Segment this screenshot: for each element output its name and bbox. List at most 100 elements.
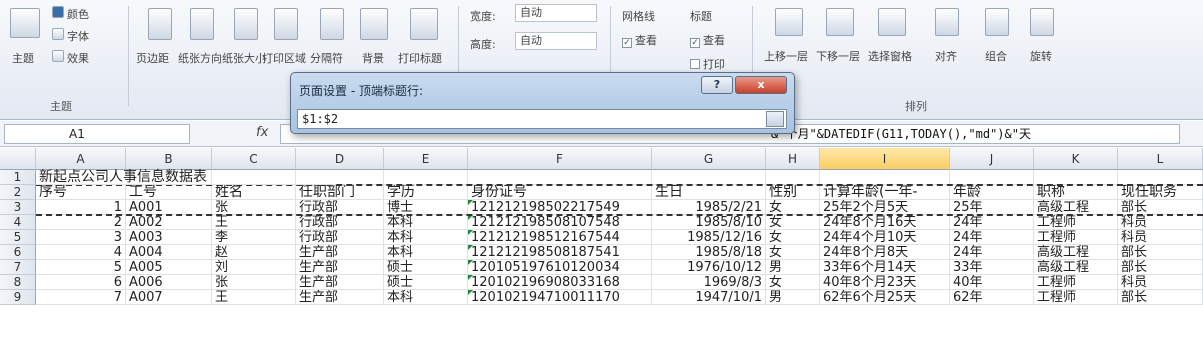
table-cell[interactable]: 行政部 <box>296 200 384 215</box>
table-cell[interactable]: 张 <box>212 275 296 290</box>
table-cell[interactable]: 25年 <box>950 200 1034 215</box>
table-cell[interactable]: 40年 <box>950 275 1034 290</box>
table-cell[interactable]: 33年 <box>950 260 1034 275</box>
print-titles-icon[interactable] <box>410 8 438 40</box>
theme-button-label[interactable]: 主题 <box>12 50 34 66</box>
grid-cell[interactable] <box>384 170 468 185</box>
column-header-a[interactable]: A <box>36 148 126 170</box>
table-cell[interactable]: 1 <box>36 200 126 215</box>
rotate-button[interactable]: 旋转 <box>1030 48 1052 64</box>
column-header-g[interactable]: G <box>652 148 766 170</box>
table-cell[interactable]: 62年6个月25天 <box>820 290 950 305</box>
selection-pane-icon[interactable] <box>878 8 906 36</box>
table-cell[interactable]: 部长 <box>1118 260 1203 275</box>
select-all-corner[interactable] <box>0 148 36 170</box>
name-box[interactable]: A1 <box>4 124 190 144</box>
help-button[interactable]: ? <box>701 76 733 94</box>
colors-icon[interactable] <box>52 6 64 18</box>
table-cell[interactable]: 24年 <box>950 215 1034 230</box>
align-icon[interactable] <box>935 8 959 36</box>
row-header-6[interactable]: 6 <box>0 245 36 260</box>
header-cell[interactable]: 性别 <box>766 185 820 200</box>
header-cell[interactable]: 姓名 <box>212 185 296 200</box>
close-button[interactable]: x <box>735 76 787 94</box>
header-cell[interactable]: 任职部门 <box>296 185 384 200</box>
table-cell[interactable]: 2 <box>36 215 126 230</box>
table-cell[interactable]: 部长 <box>1118 200 1203 215</box>
table-cell[interactable]: A006 <box>126 275 212 290</box>
table-cell[interactable]: 121212198502217549 <box>468 200 652 215</box>
table-cell[interactable]: 生产部 <box>296 290 384 305</box>
gridlines-view-checkbox[interactable]: ✓ 查看 <box>622 32 657 48</box>
headings-view-checkbox[interactable]: ✓ 查看 <box>690 32 725 48</box>
header-cell[interactable]: 生日 <box>652 185 766 200</box>
table-cell[interactable]: A001 <box>126 200 212 215</box>
table-cell[interactable]: 1985/8/18 <box>652 245 766 260</box>
background-button[interactable]: 背景 <box>362 50 384 66</box>
selection-pane-button[interactable]: 选择窗格 <box>868 48 912 64</box>
row-header-8[interactable]: 8 <box>0 275 36 290</box>
height-dropdown[interactable]: 自动 <box>515 32 597 50</box>
table-cell[interactable]: 工程师 <box>1034 230 1118 245</box>
size-button[interactable]: 纸张大小 <box>222 50 266 66</box>
table-cell[interactable]: 生产部 <box>296 275 384 290</box>
table-cell[interactable]: 部长 <box>1118 290 1203 305</box>
table-cell[interactable]: 生产部 <box>296 260 384 275</box>
theme-icon[interactable] <box>10 8 40 38</box>
title-rows-input[interactable]: $1:$2 <box>297 109 787 129</box>
grid-cell[interactable] <box>652 170 766 185</box>
table-cell[interactable]: 1985/12/16 <box>652 230 766 245</box>
table-cell[interactable]: 科员 <box>1118 230 1203 245</box>
table-cell[interactable]: A005 <box>126 260 212 275</box>
effects-icon[interactable] <box>52 50 64 62</box>
table-cell[interactable]: 40年8个月23天 <box>820 275 950 290</box>
table-cell[interactable]: 本科 <box>384 290 468 305</box>
table-cell[interactable]: 24年8个月16天 <box>820 215 950 230</box>
bring-forward-icon[interactable] <box>775 8 803 36</box>
header-cell[interactable]: 工号 <box>126 185 212 200</box>
print-area-icon[interactable] <box>274 8 298 40</box>
header-cell[interactable]: 身份证号 <box>468 185 652 200</box>
table-cell[interactable]: 行政部 <box>296 230 384 245</box>
table-cell[interactable]: 科员 <box>1118 215 1203 230</box>
send-backward-button[interactable]: 下移一层 <box>816 48 860 64</box>
row-header-7[interactable]: 7 <box>0 260 36 275</box>
header-cell[interactable]: 现任职务 <box>1118 185 1203 200</box>
grid-cell[interactable] <box>950 170 1034 185</box>
table-cell[interactable]: 工程师 <box>1034 275 1118 290</box>
table-cell[interactable]: A004 <box>126 245 212 260</box>
grid-cell[interactable] <box>1118 170 1203 185</box>
header-cell[interactable]: 序号 <box>36 185 126 200</box>
column-header-k[interactable]: K <box>1034 148 1118 170</box>
table-cell[interactable]: 高级工程 <box>1034 200 1118 215</box>
table-cell[interactable]: 部长 <box>1118 245 1203 260</box>
breaks-button[interactable]: 分隔符 <box>310 50 343 66</box>
column-header-c[interactable]: C <box>212 148 296 170</box>
grid-cell[interactable] <box>468 170 652 185</box>
column-header-f[interactable]: F <box>468 148 652 170</box>
table-cell[interactable]: 工程师 <box>1034 215 1118 230</box>
grid-cell[interactable] <box>1034 170 1118 185</box>
table-cell[interactable]: 120105197610120034 <box>468 260 652 275</box>
column-header-d[interactable]: D <box>296 148 384 170</box>
table-cell[interactable]: 本科 <box>384 245 468 260</box>
row-header-4[interactable]: 4 <box>0 215 36 230</box>
table-cell[interactable]: 王 <box>212 215 296 230</box>
table-cell[interactable]: A007 <box>126 290 212 305</box>
header-cell[interactable]: 职称 <box>1034 185 1118 200</box>
header-cell[interactable]: 学历 <box>384 185 468 200</box>
table-cell[interactable]: 5 <box>36 260 126 275</box>
table-cell[interactable]: 121212198512167544 <box>468 230 652 245</box>
header-cell[interactable]: 年龄 <box>950 185 1034 200</box>
table-cell[interactable]: 4 <box>36 245 126 260</box>
table-cell[interactable]: 6 <box>36 275 126 290</box>
send-backward-icon[interactable] <box>826 8 854 36</box>
table-cell[interactable]: 25年2个月5天 <box>820 200 950 215</box>
table-cell[interactable]: 赵 <box>212 245 296 260</box>
group-button[interactable]: 组合 <box>985 48 1007 64</box>
column-header-e[interactable]: E <box>384 148 468 170</box>
table-cell[interactable]: 高级工程 <box>1034 245 1118 260</box>
table-cell[interactable]: 王 <box>212 290 296 305</box>
table-cell[interactable]: 24年8个月8天 <box>820 245 950 260</box>
group-icon[interactable] <box>985 8 1009 36</box>
